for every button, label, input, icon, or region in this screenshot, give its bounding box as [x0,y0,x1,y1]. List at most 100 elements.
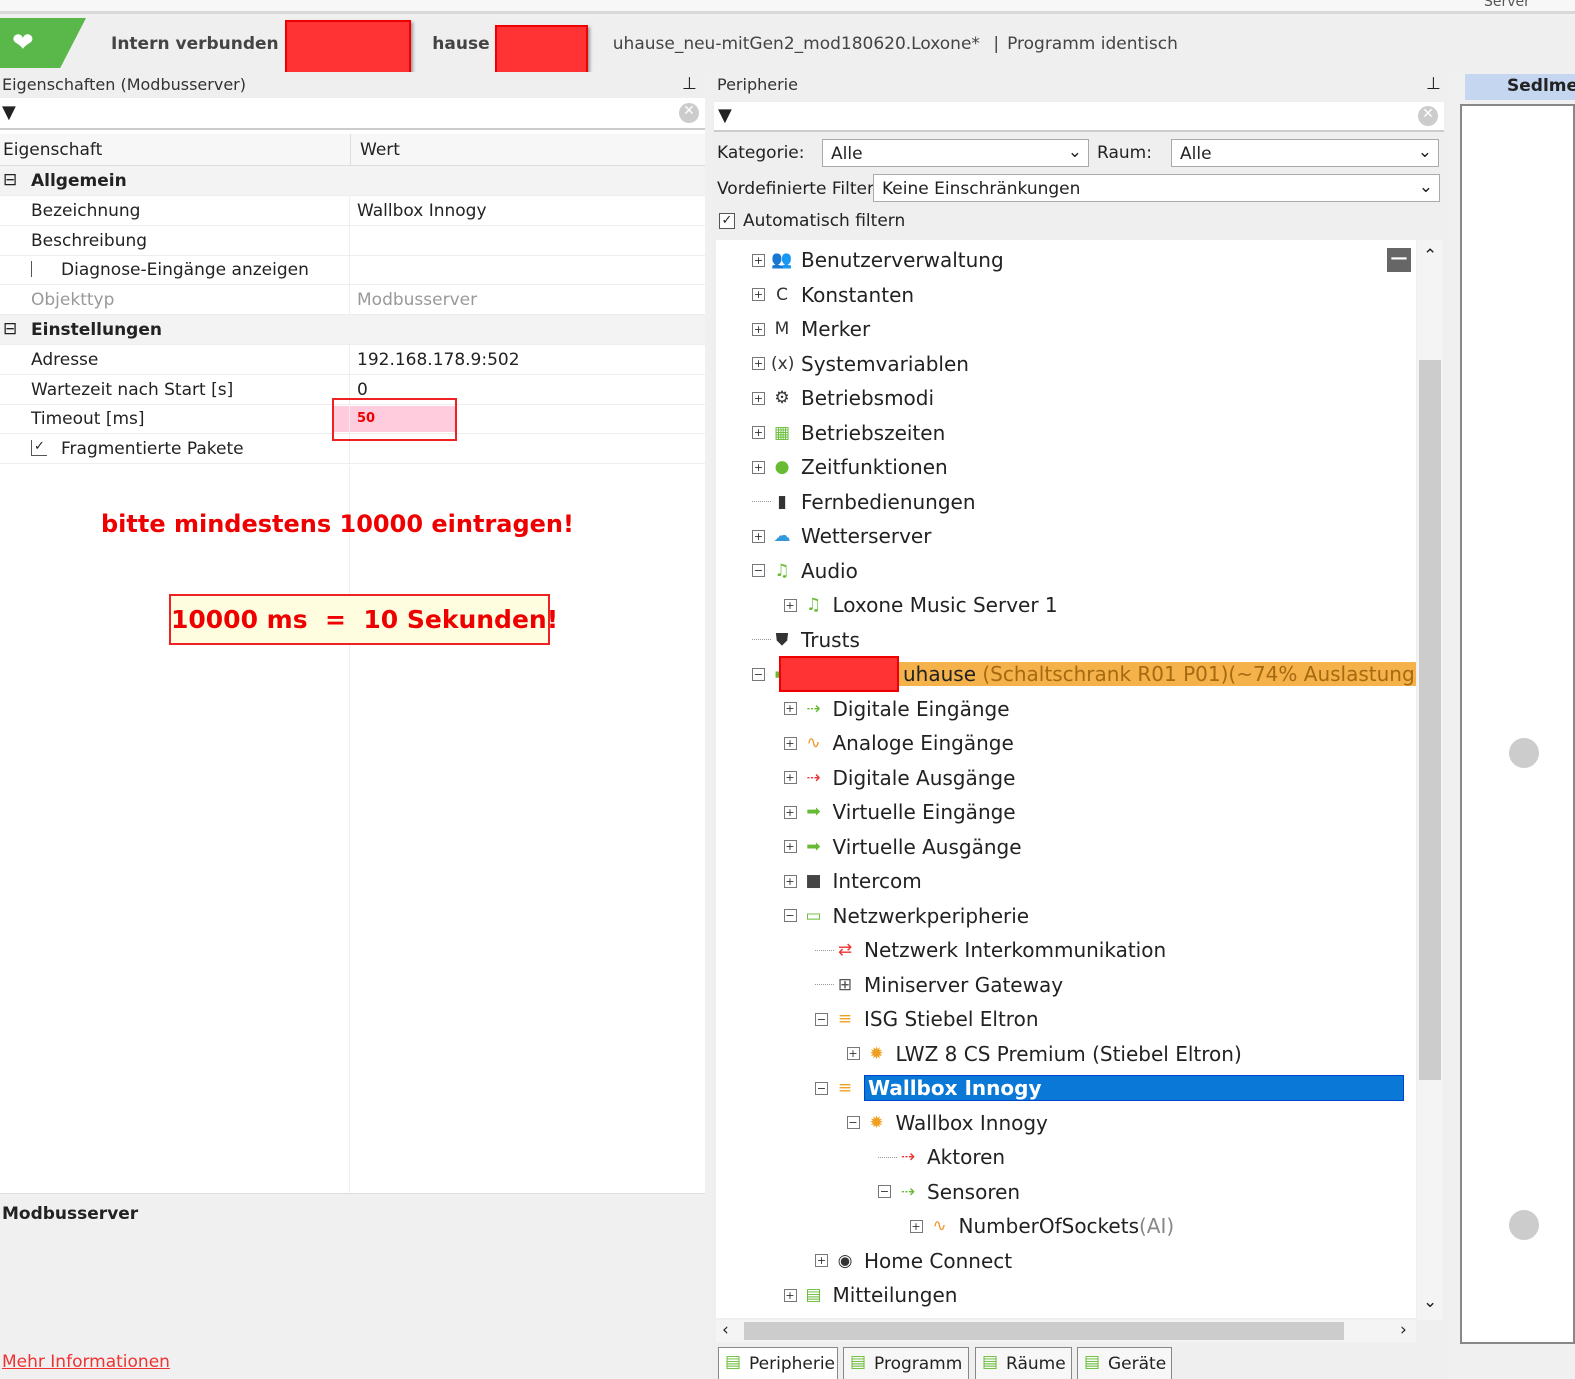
collapse-icon[interactable]: − [815,1012,828,1026]
tree-item[interactable]: + ♫ Loxone Music Server 1 [783,588,1058,622]
tree-item[interactable]: − ♫ Audio [752,554,858,588]
tree-item[interactable]: + ∿ Analoge Eingänge [783,726,1014,760]
description-panel: Modbusserver Mehr Informationen [0,1193,705,1379]
tree-item[interactable]: + ▤ Mitteilungen [783,1278,957,1312]
expand-icon[interactable]: + [783,598,797,612]
collapse-icon[interactable]: − [846,1116,860,1129]
tree-item[interactable]: + C Konstanten [752,278,914,312]
tree-item[interactable]: + ● Zeitfunktionen [752,450,948,484]
tree-item[interactable]: + ∿ NumberOfSockets (AI) [909,1209,1174,1243]
tree-item[interactable]: + ▦ Betriebszeiten [752,416,945,450]
kategorie-dropdown[interactable]: Alle ⌄ [822,139,1089,167]
collapse-icon[interactable]: − [752,564,765,577]
expand-icon[interactable]: + [752,460,765,474]
tab-programm[interactable]: ▤ Programm [843,1347,969,1379]
tab-peripherie[interactable]: ▤ Peripherie [718,1347,838,1379]
checkbox[interactable]: ✓ [31,440,47,457]
property-value[interactable]: Modbusserver [357,290,477,310]
tree-item[interactable]: + (x) Systemvariablen [752,347,969,381]
expand-icon[interactable]: + [752,529,765,543]
col-eigenschaft[interactable]: Eigenschaft [3,140,102,160]
raum-dropdown[interactable]: Alle ⌄ [1171,139,1439,167]
tree-item[interactable]: + ➡ Virtuelle Eingänge [783,795,1016,829]
expand-icon[interactable]: + [752,253,765,267]
auto-filter-checkbox[interactable]: ✓ [719,213,735,229]
tree-item[interactable]: + ⇢ Digitale Ausgänge [783,761,1015,795]
expand-icon[interactable]: + [783,702,797,715]
tree-item[interactable]: + ➡ Virtuelle Ausgänge [783,830,1022,864]
top-strip: Server [0,0,1575,14]
expand-icon[interactable]: + [783,874,797,888]
tree-node-icon: ⚙ [774,388,790,408]
tree-item[interactable]: − ≡ ISG Stiebel Eltron [815,1002,1039,1036]
collapse-icon[interactable]: ⊟ [3,319,17,339]
col-wert[interactable]: Wert [360,140,400,160]
horizontal-scrollbar[interactable]: ‹ › [716,1320,1416,1342]
properties-filter[interactable]: ▼ ✕ [0,100,705,130]
property-value[interactable]: Wallbox Innogy [357,201,487,221]
tab-räume[interactable]: ▤ Räume [975,1347,1072,1379]
tree-item[interactable]: + ◉ Home Connect [815,1244,1012,1278]
expand-icon[interactable]: + [783,736,797,750]
tree-item[interactable]: − ✹ Wallbox Innogy [846,1106,1048,1140]
tree-item[interactable]: + ☁ Wetterserver [752,519,931,553]
property-row[interactable]: ⊟ Einstellungen [0,315,705,345]
tree-item[interactable]: − ▭ Netzwerkperipherie [783,899,1029,933]
property-row[interactable]: Adresse 192.168.178.9:502 [0,344,705,375]
tree-item[interactable]: + ■ Intercom [783,864,922,898]
collapse-all-button[interactable]: — [1387,248,1411,272]
tree-item[interactable]: ⇢ Aktoren [878,1140,1005,1174]
property-row[interactable]: Beschreibung [0,225,705,256]
clear-icon[interactable]: ✕ [679,103,699,123]
tree-item[interactable]: + ⇢ Digitale Eingänge [783,692,1010,726]
tree-item[interactable]: + 👥 Benutzerverwaltung [752,243,1004,277]
tree-item[interactable]: + M Merker [752,312,870,346]
more-info-link[interactable]: Mehr Informationen [2,1352,170,1372]
tree-item[interactable]: ⇄ Netzwerk Interkommunikation [815,933,1166,967]
expand-icon[interactable]: + [752,288,765,301]
property-value[interactable]: 0 [357,380,368,400]
expand-icon[interactable]: + [752,426,765,439]
collapse-icon[interactable]: − [752,667,765,681]
pin-icon[interactable]: ⊥ [682,74,697,94]
tree-item[interactable]: ⛊ Trusts [752,623,860,657]
expand-icon[interactable]: + [783,805,797,819]
expand-icon[interactable]: + [752,357,765,370]
tree-item[interactable]: −▬uhause (Schaltschrank R01 P01)(~74% Au… [752,656,1416,692]
collapse-icon[interactable]: ⊟ [3,170,17,190]
tree-item[interactable]: − ⇢ Sensoren [878,1175,1020,1209]
expand-icon[interactable]: + [783,840,797,853]
vertical-scrollbar[interactable]: ⌃ ⌄ [1417,240,1443,1320]
expand-icon[interactable]: + [846,1047,860,1060]
expand-icon[interactable]: + [752,391,765,405]
tree-item[interactable]: ⊞ Miniserver Gateway [815,968,1063,1002]
property-row[interactable]: Objekttyp Modbusserver [0,285,705,316]
checkbox[interactable] [31,261,47,278]
collapse-icon[interactable]: − [815,1081,828,1095]
property-row[interactable]: ⊟ Allgemein [0,166,705,196]
tree-item[interactable]: − ≡ Wallbox Innogy [815,1071,1404,1105]
tree-item[interactable]: + ✹ LWZ 8 CS Premium (Stiebel Eltron) [846,1037,1242,1071]
expand-icon[interactable]: + [815,1254,828,1267]
expand-icon[interactable]: + [752,322,765,336]
h-scroll-thumb[interactable] [744,1322,1344,1340]
tree-node-icon: ▤ [805,1285,822,1305]
pin-icon[interactable]: ⊥ [1426,74,1441,94]
expand-icon[interactable]: + [783,1288,797,1302]
clear-icon[interactable]: ✕ [1418,106,1438,126]
tree-item[interactable]: + ⚙ Betriebsmodi [752,381,934,415]
tree-node-icon: ∿ [806,733,821,753]
peripherie-filter[interactable]: ▼ ✕ [714,102,1444,132]
property-value[interactable]: 192.168.178.9:502 [357,350,520,370]
tree-item[interactable]: ▮ Fernbedienungen [752,485,976,519]
property-row[interactable]: Diagnose-Eingänge anzeigen [0,255,705,286]
expand-icon[interactable]: + [909,1219,923,1233]
tab-geräte[interactable]: ▤ Geräte [1077,1347,1172,1379]
predefined-filter-dropdown[interactable]: Keine Einschränkungen ⌄ [873,174,1440,202]
scroll-thumb[interactable] [1419,360,1441,1080]
collapse-icon[interactable]: − [878,1185,891,1198]
collapse-icon[interactable]: − [783,909,797,922]
property-row[interactable]: Bezeichnung Wallbox Innogy [0,195,705,226]
expand-icon[interactable]: + [783,771,797,784]
tab-sedlme[interactable]: Sedlme [1465,74,1575,100]
